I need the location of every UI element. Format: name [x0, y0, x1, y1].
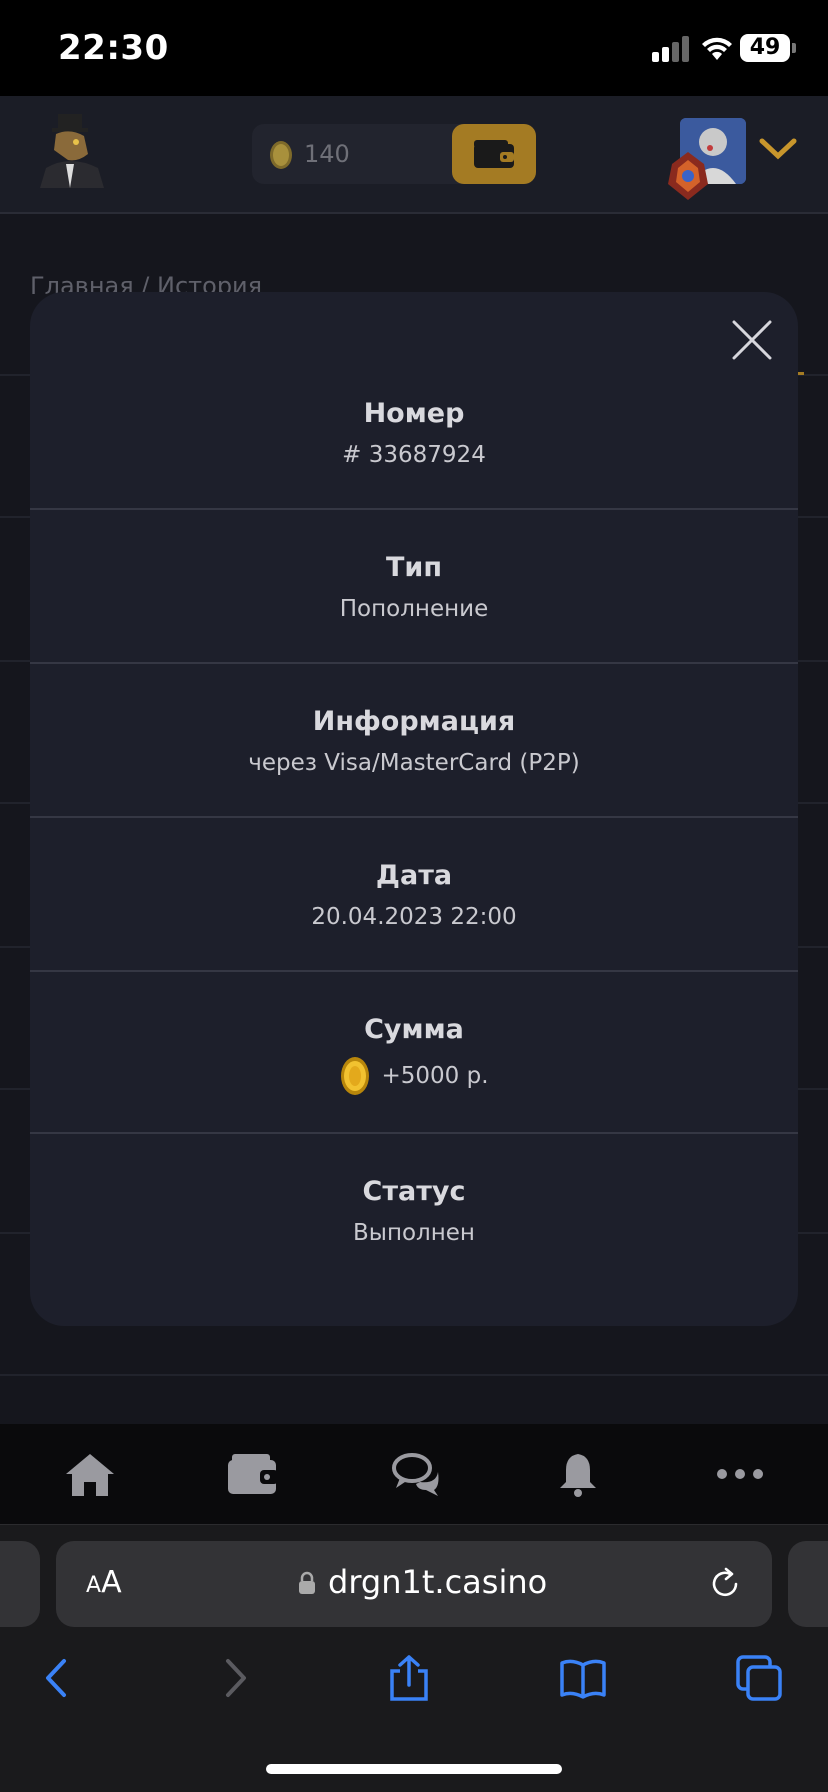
home-indicator [266, 1764, 562, 1774]
balance-box: 140 [252, 124, 536, 184]
chevron-down-icon[interactable] [758, 136, 798, 162]
row-label: Номер [363, 398, 465, 429]
row-label: Сумма [364, 1014, 464, 1045]
share-icon[interactable] [386, 1655, 432, 1701]
more-icon[interactable] [714, 1450, 766, 1498]
balance-value: 140 [304, 140, 350, 168]
address-bar[interactable]: AA drgn1t.casino [56, 1541, 772, 1627]
status-time: 22:30 [58, 28, 169, 68]
amount-value-wrap: +5000 р. [30, 1056, 798, 1096]
row-value: Выполнен [353, 1220, 475, 1246]
wallet-button[interactable] [452, 124, 536, 184]
rank-badge-icon [668, 152, 708, 200]
battery-indicator: 49 [740, 34, 790, 62]
bookmarks-icon[interactable] [560, 1655, 606, 1701]
wallet-icon [474, 140, 514, 168]
row-type: Тип Пополнение [30, 510, 798, 664]
row-value: +5000 р. [381, 1063, 489, 1089]
logo-icon[interactable] [28, 110, 112, 194]
tabs-icon[interactable] [736, 1655, 782, 1701]
row-info: Информация через Visa/MasterCard (P2P) [30, 664, 798, 818]
lock-icon [299, 1571, 315, 1594]
row-label: Информация [312, 706, 516, 737]
forward-icon[interactable] [212, 1655, 258, 1701]
reader-options-button[interactable]: AA [86, 1565, 122, 1600]
transaction-details-modal: Номер # 33687924 Тип Пополнение Информац… [30, 292, 798, 1326]
row-date: Дата 20.04.2023 22:00 [30, 818, 798, 972]
coin-icon [341, 1057, 370, 1095]
row-label: Тип [386, 552, 442, 583]
row-value: Пополнение [339, 596, 489, 622]
status-bar: 22:30 49 [0, 0, 828, 96]
row-status: Статус Выполнен [30, 1134, 798, 1326]
site-header: 140 [0, 96, 828, 214]
row-label: Статус [362, 1176, 466, 1207]
browser-chrome: AA drgn1t.casino [0, 1524, 828, 1792]
row-value: через Visa/MasterCard (P2P) [248, 750, 580, 776]
row-value: # 33687924 [342, 442, 486, 468]
row-label: Дата [375, 860, 453, 891]
url-text: drgn1t.casino [328, 1563, 548, 1601]
chat-icon[interactable] [390, 1450, 442, 1498]
next-tab-peek[interactable] [788, 1541, 828, 1627]
row-value: 20.04.2023 22:00 [311, 904, 517, 930]
row-amount: Сумма +5000 р. [30, 972, 798, 1134]
cellular-signal-icon [652, 36, 692, 62]
battery-tip [792, 43, 796, 53]
coin-icon [270, 141, 292, 169]
reload-icon[interactable] [708, 1567, 742, 1601]
wallet-icon[interactable] [226, 1450, 278, 1498]
bottom-nav [0, 1424, 828, 1524]
home-icon[interactable] [64, 1450, 116, 1498]
row-number: Номер # 33687924 [30, 292, 798, 510]
bell-icon[interactable] [552, 1450, 604, 1498]
previous-tab-peek[interactable] [0, 1541, 40, 1627]
back-icon[interactable] [34, 1655, 80, 1701]
wifi-icon [702, 37, 732, 60]
